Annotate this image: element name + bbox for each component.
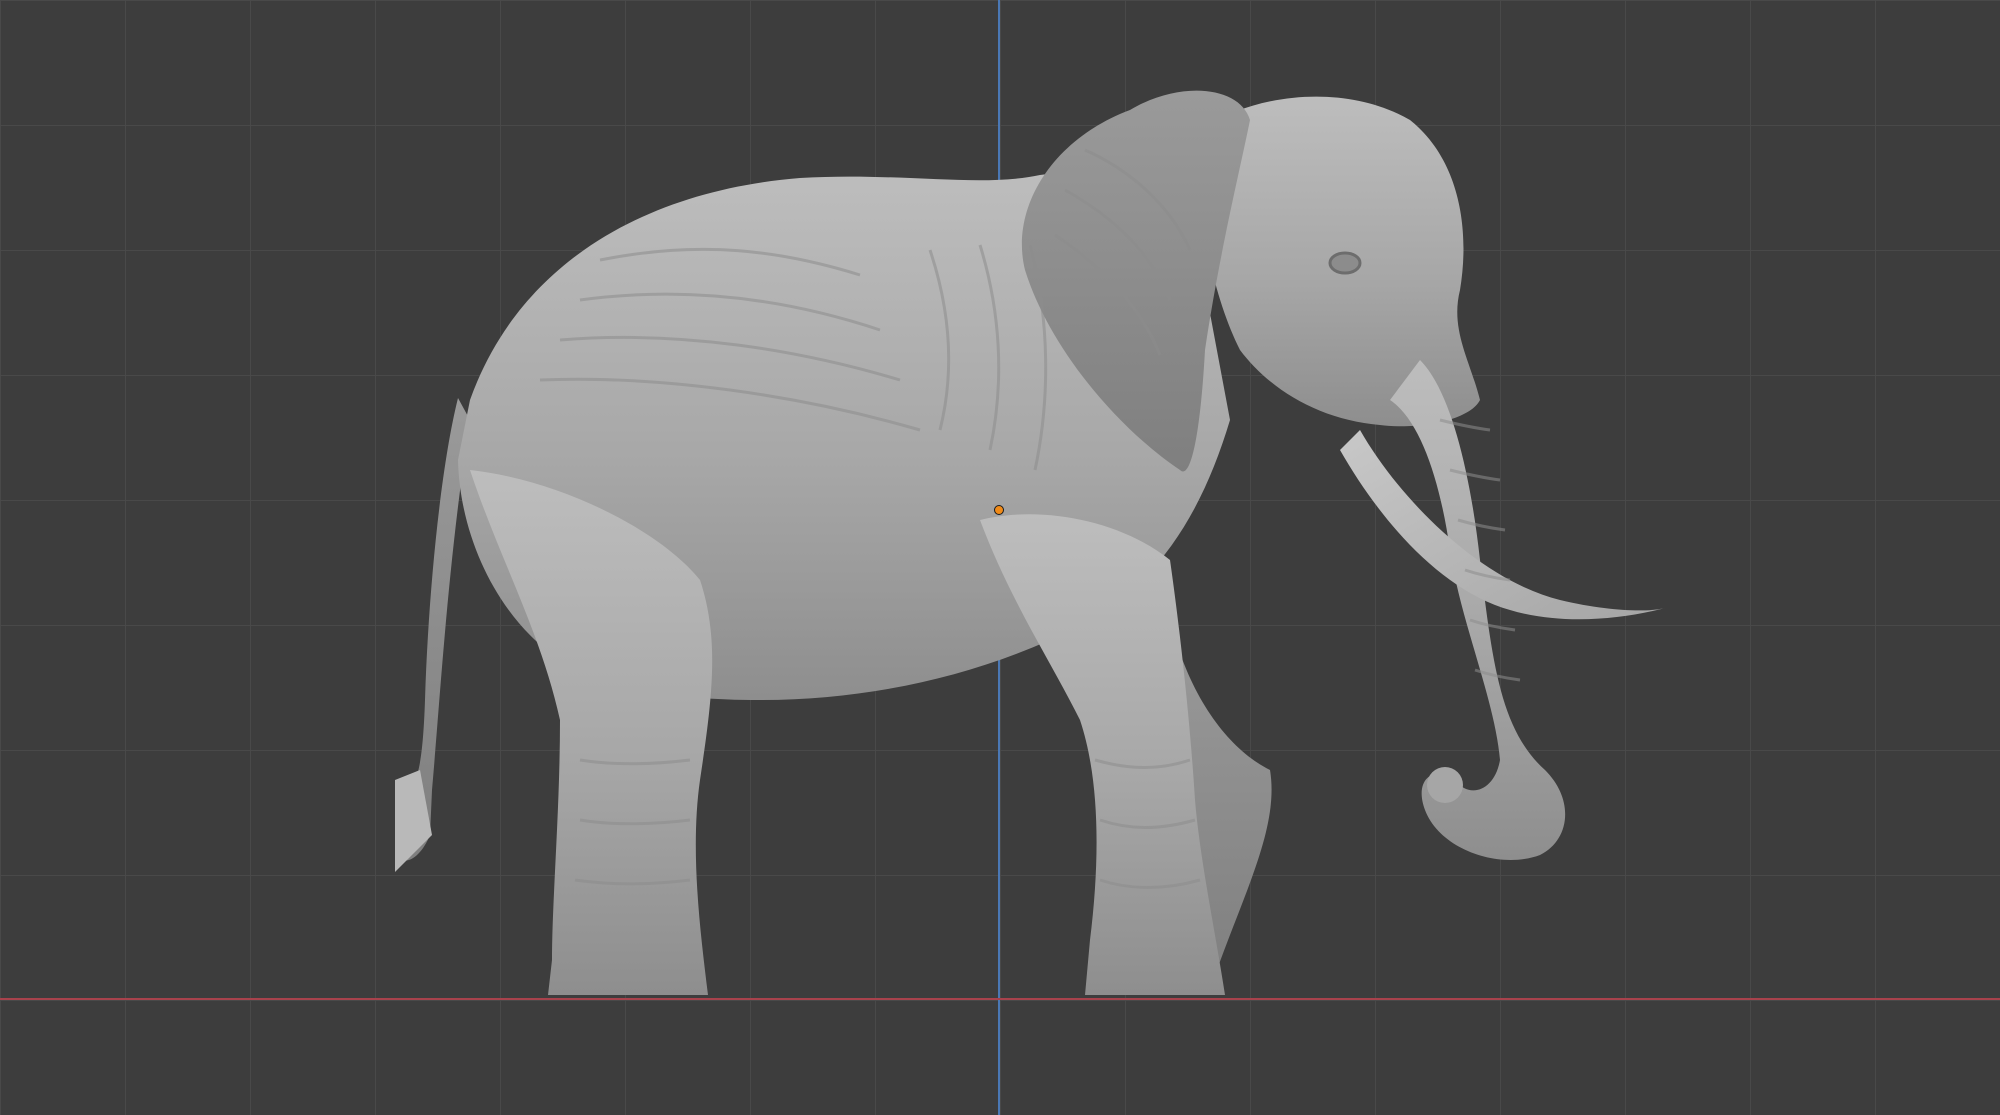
3d-viewport[interactable] xyxy=(0,0,2000,1115)
object-origin-dot[interactable] xyxy=(994,505,1004,515)
near-front-leg xyxy=(980,514,1225,995)
elephant-model[interactable] xyxy=(0,0,2000,1115)
eye xyxy=(1328,251,1362,275)
tusk xyxy=(1340,430,1665,620)
trunk-tip xyxy=(1427,767,1463,803)
